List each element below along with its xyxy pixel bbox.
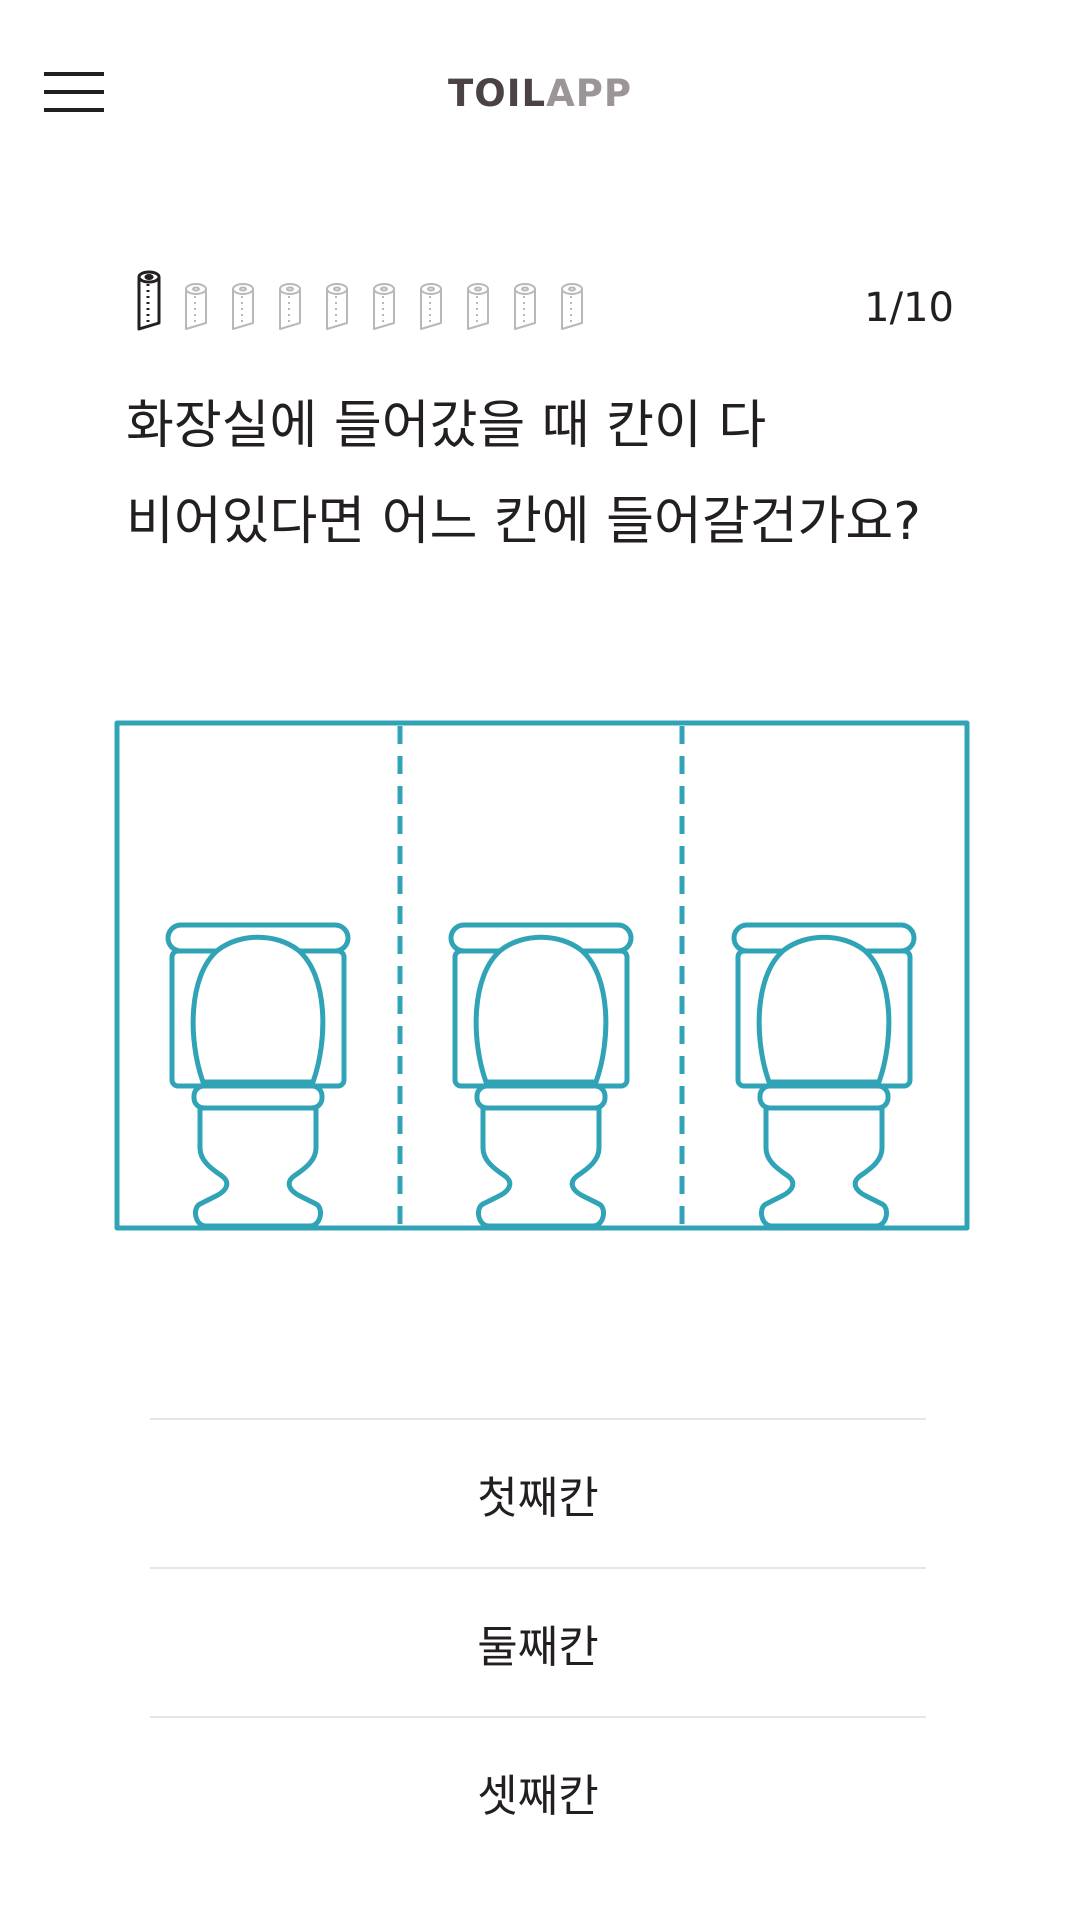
question-text: 화장실에 들어갔을 때 칸이 다 비어있다면 어느 칸에 들어갈건가요? (126, 378, 986, 570)
toilet-paper-roll-icon (467, 283, 489, 330)
logo-part-light: APP (546, 72, 632, 115)
toilet-paper-roll-icon (326, 283, 348, 330)
answer-options: 첫째칸 둘째칸 셋째칸 (150, 1418, 926, 1865)
toilet-paper-roll-icon (185, 283, 207, 330)
toilet-paper-roll-icon (232, 283, 254, 330)
toilet-paper-roll-icon (279, 283, 301, 330)
answer-option[interactable]: 셋째칸 (150, 1716, 926, 1865)
app-header: TOILAPP (0, 0, 1080, 190)
toilet-stalls-illustration (114, 720, 970, 1231)
logo-part-dark: TOIL (448, 72, 547, 115)
toilet-paper-roll-icon (561, 283, 583, 330)
toilet-icon (734, 925, 914, 1226)
app-logo: TOILAPP (0, 72, 1080, 115)
question-counter: 1/10 (864, 285, 954, 331)
answer-option[interactable]: 둘째칸 (150, 1567, 926, 1716)
answer-option[interactable]: 첫째칸 (150, 1418, 926, 1567)
question-progress (126, 266, 596, 332)
question-line-2: 비어있다면 어느 칸에 들어갈건가요? (126, 492, 921, 552)
toilet-paper-roll-icon-active (137, 270, 161, 331)
question-line-1: 화장실에 들어갔을 때 칸이 다 (126, 396, 767, 456)
toilet-paper-roll-icon (514, 283, 536, 330)
toilet-icon (168, 925, 348, 1226)
toilet-paper-roll-icon (373, 283, 395, 330)
toilet-icon (451, 925, 631, 1226)
toilet-paper-roll-icon (420, 283, 442, 330)
